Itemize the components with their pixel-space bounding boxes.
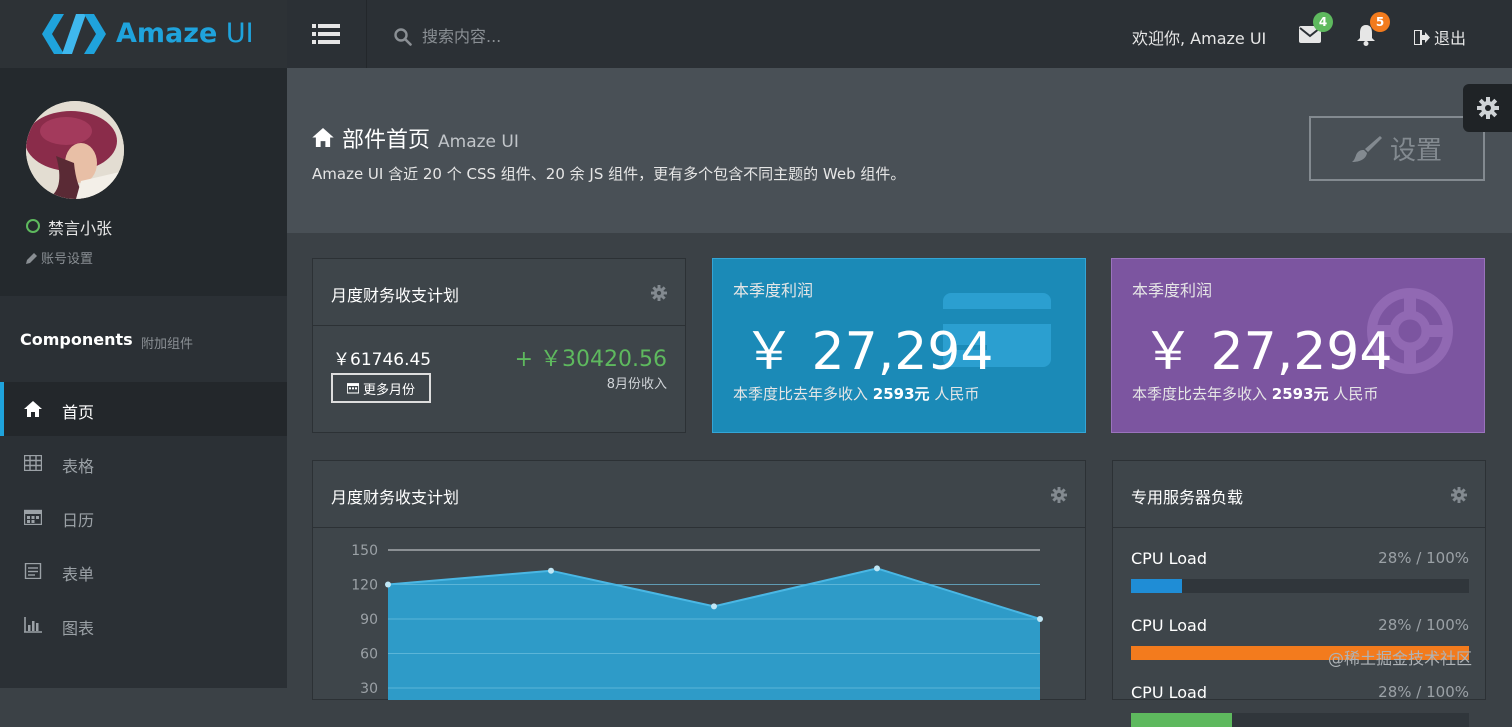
mail-badge: 4 [1313,12,1333,32]
progress-track [1131,713,1469,727]
page-title-text: 部件首页 [342,128,431,153]
settings-button[interactable]: 设置 [1309,116,1485,181]
brush-icon [1351,135,1382,162]
y-tick-label: 60 [360,647,378,663]
logo[interactable]: Amaze UI [0,0,287,68]
stat-footnote: 本季度比去年多收入 2593元 人民币 [733,385,980,403]
section-subtitle: 附加组件 [141,337,194,352]
online-status-icon [26,219,40,233]
form-icon [24,563,42,579]
account-settings-link[interactable]: 账号设置 [26,248,93,267]
data-point [874,565,880,572]
load-label: CPU Load [1131,549,1207,568]
home-icon [312,128,334,147]
stat-label: 本季度利润 [1132,281,1213,300]
page-description: Amaze UI 含近 20 个 CSS 组件、20 余 JS 组件，更有多个包… [312,165,906,183]
chart-card: 月度财务收支计划 150 120 90 60 30 [312,460,1086,700]
gear-icon[interactable] [651,285,667,301]
welcome-text[interactable]: 欢迎你, Amaze UI [1132,25,1266,49]
income-amount: + ￥30420.56 [514,347,667,372]
sidebar: 禁言小张 账号设置 Components 附加组件 首页 表格 日历 表单 图表 [0,68,287,688]
sidebar-item-label: 日历 [62,511,95,530]
data-point [548,567,554,574]
notification-badge: 5 [1370,12,1390,32]
sidebar-item-table[interactable]: 表格 [0,436,287,490]
profit-stat-card: 本季度利润 ￥ 27,294 本季度比去年多收入 2593元 人民币 [712,258,1086,433]
logout-label: 退出 [1434,29,1467,48]
progress-track [1131,579,1469,593]
divider [366,0,367,68]
bar-chart-icon [24,617,42,633]
settings-button-label: 设置 [1389,136,1442,166]
sidebar-item-label: 表单 [62,565,95,584]
pencil-icon [26,252,37,264]
page-title: 部件首页 Amaze UI [312,122,519,154]
account-settings-label: 账号设置 [41,252,94,267]
search-input[interactable] [420,22,724,50]
sidebar-item-label: 图表 [62,619,95,638]
data-point [1037,616,1043,622]
card-header: 月度财务收支计划 [313,259,685,326]
data-point [385,581,391,588]
budget-card: 月度财务收支计划 ￥61746.45 更多月份 + ￥30420.56 8月份收… [312,258,686,433]
stat-footnote: 本季度比去年多收入 2593元 人民币 [1132,385,1379,403]
stat-value: ￥ 27,294 [743,322,994,382]
more-months-button[interactable]: 更多月份 [331,373,431,403]
top-bar: Amaze UI 欢迎你, Amaze UI 4 5 退出 [0,0,1512,68]
calendar-icon [346,383,359,394]
load-label: CPU Load [1131,683,1207,702]
sidebar-item-chart[interactable]: 图表 [0,598,287,652]
y-tick-label: 120 [351,578,378,594]
user-profile: 禁言小张 账号设置 [0,68,287,296]
page-subtitle: Amaze UI [438,132,519,152]
home-icon [24,401,42,417]
watermark: @稀土掘金技术社区 [1328,649,1473,668]
more-months-label: 更多月份 [362,382,415,398]
budget-amount: ￥61746.45 [333,350,432,370]
stat-label: 本季度利润 [733,281,814,300]
card-title: 月度财务收支计划 [331,488,460,507]
card-title: 专用服务器负载 [1131,488,1244,507]
sidebar-item-calendar[interactable]: 日历 [0,490,287,544]
amaze-logo-icon [42,14,106,54]
load-label: CPU Load [1131,616,1207,635]
card-title: 月度财务收支计划 [331,286,460,305]
logout-icon [1414,29,1430,45]
card-header: 月度财务收支计划 [313,461,1085,528]
logo-text: Amaze UI [116,18,254,49]
data-point [711,603,717,610]
y-tick-label: 30 [360,681,378,697]
menu-toggle-icon[interactable] [312,24,340,44]
y-tick-label: 90 [360,612,378,628]
load-value: 28% / 100% [1378,549,1469,567]
avatar[interactable] [26,101,124,199]
progress-fill [1131,713,1233,727]
gear-icon[interactable] [1051,487,1067,503]
gear-icon[interactable] [1451,487,1467,503]
table-icon [24,455,42,471]
sidebar-item-form[interactable]: 表单 [0,544,287,598]
profit-stat-card: 本季度利润 ￥ 27,294 本季度比去年多收入 2593元 人民币 [1111,258,1485,433]
section-title: Components [20,330,133,349]
logout-link[interactable]: 退出 [1414,25,1466,49]
progress-fill [1131,579,1182,593]
theme-settings-toggle[interactable] [1463,84,1512,132]
sidebar-item-label: 首页 [62,403,95,422]
search-icon [394,28,412,46]
gear-icon [1477,97,1499,119]
y-tick-label: 150 [351,543,378,559]
area-chart: 150 120 90 60 30 [351,543,1043,700]
card-header: 专用服务器负载 [1113,461,1485,528]
load-value: 28% / 100% [1378,683,1469,701]
load-value: 28% / 100% [1378,616,1469,634]
income-label: 8月份收入 [606,377,667,392]
sidebar-item-home[interactable]: 首页 [0,382,287,436]
calendar-icon [24,509,42,525]
stat-value: ￥ 27,294 [1142,322,1393,382]
user-name: 禁言小张 [48,219,113,238]
sidebar-item-label: 表格 [62,457,95,476]
